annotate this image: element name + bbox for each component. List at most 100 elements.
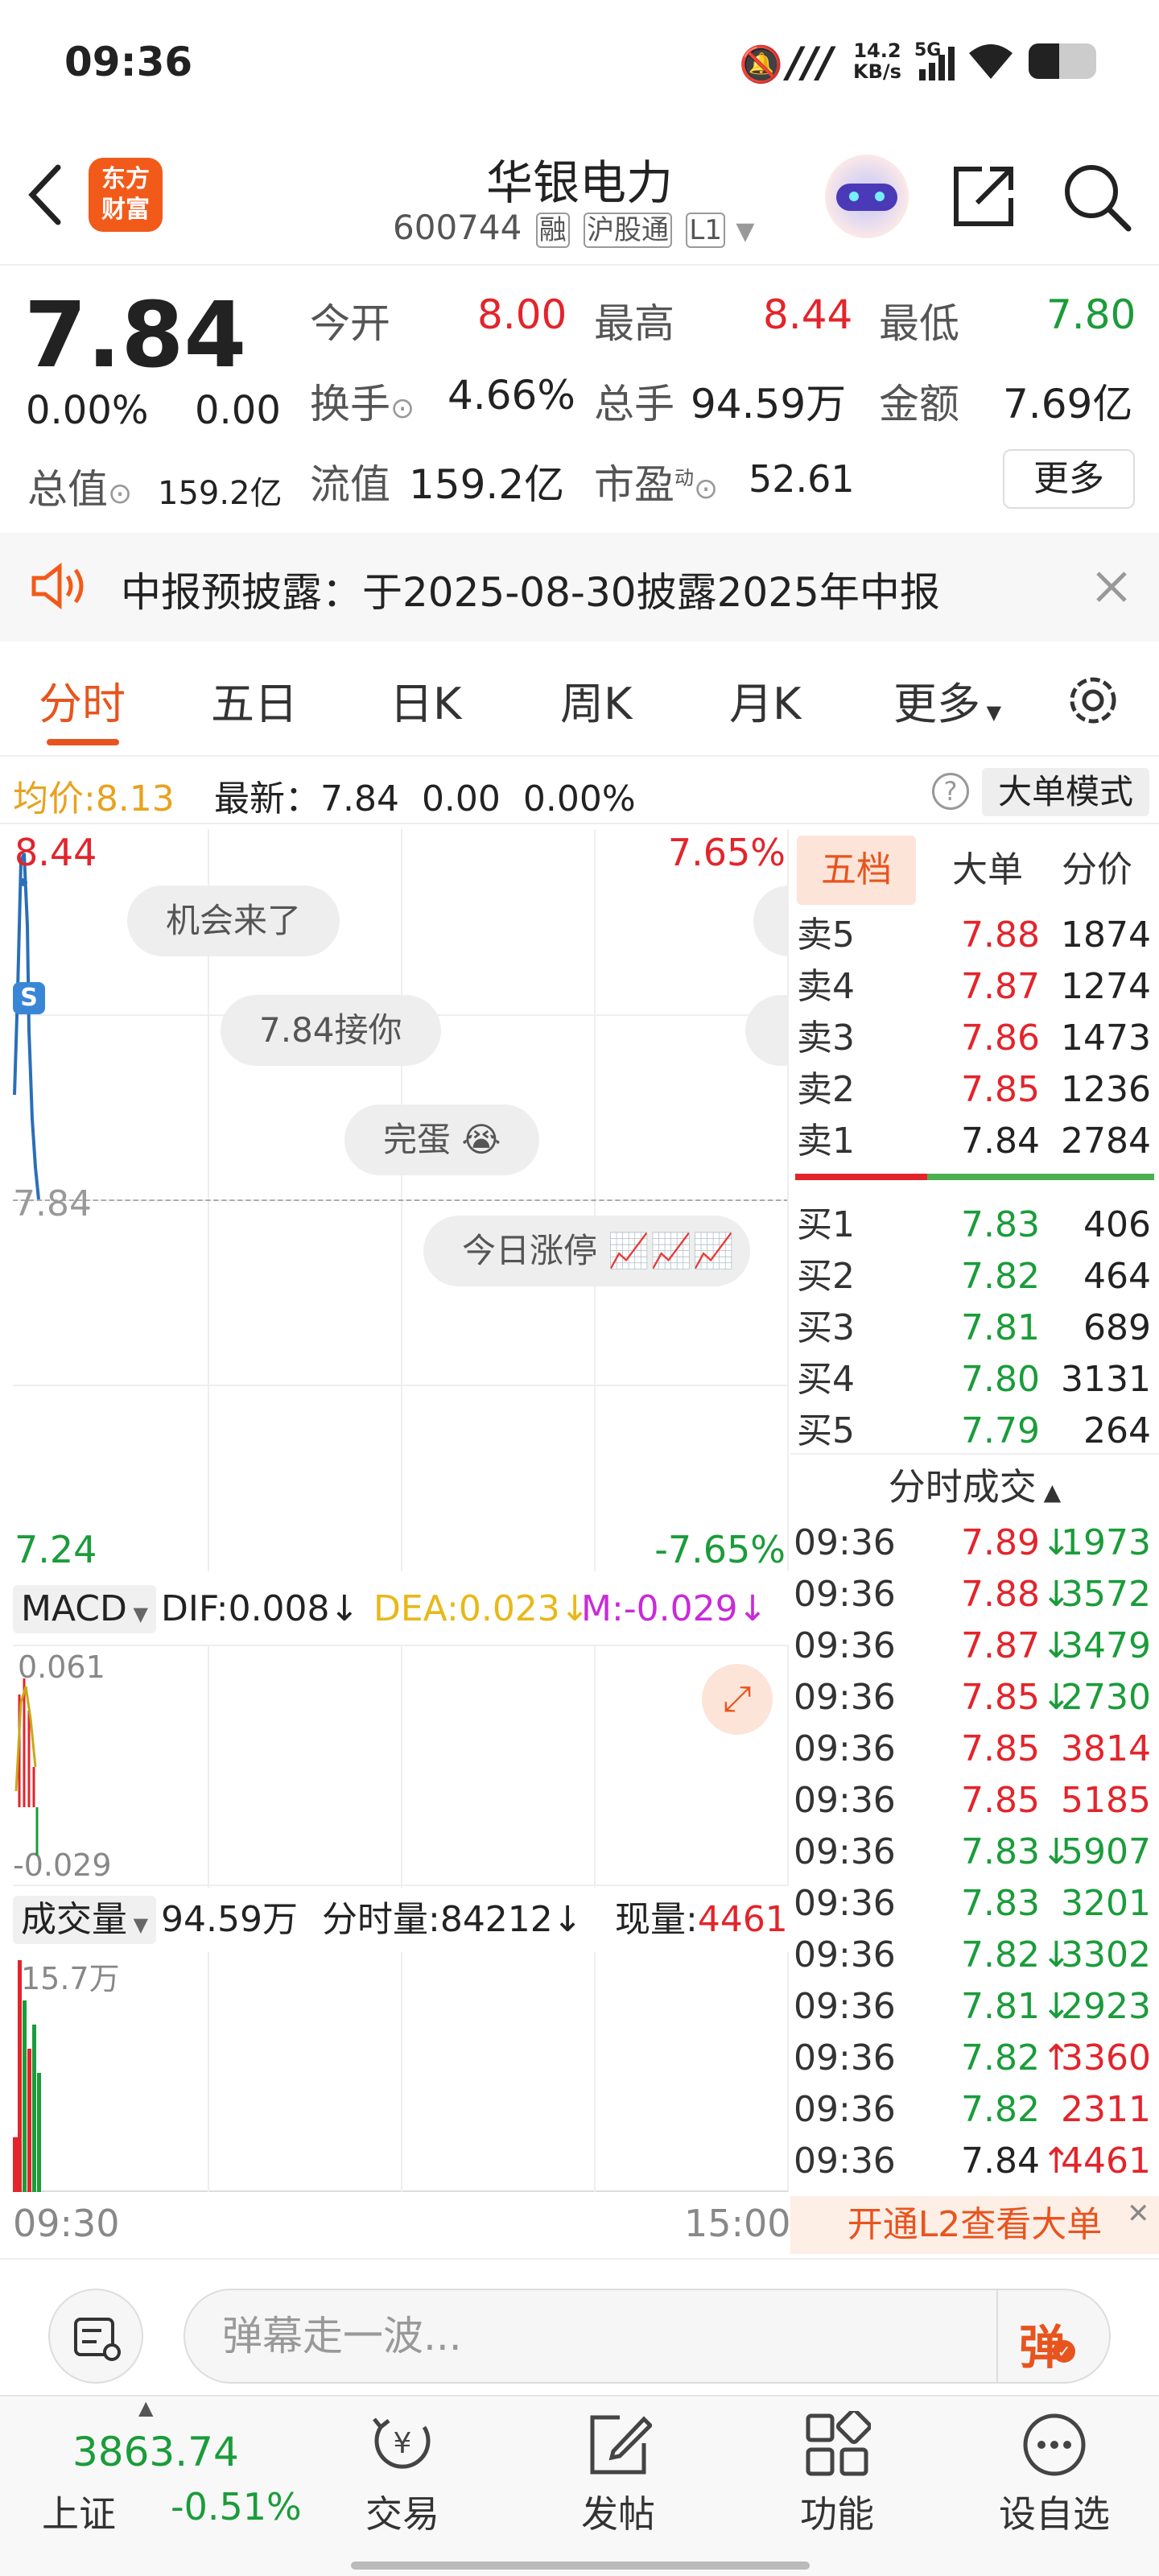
tick-price: 7.88 [961, 1574, 1040, 1615]
tick-list: 09:36 7.89 ↓ 1973 09:36 7.88 ↓ 3572 09:36 7.87 ↓ 34… [790, 1517, 1159, 2210]
tick-volume: 5907 [1061, 1831, 1151, 1872]
y-max-label: 8.44 [14, 831, 97, 874]
tick-price: 7.87 [961, 1625, 1040, 1666]
tab-daily-k[interactable]: 日K [390, 668, 461, 732]
bids-level-label: 买1 [797, 1204, 855, 1245]
stock-code-row: 600744 融 沪股通 L1 ▼ [393, 208, 754, 248]
l2-banner-text[interactable]: 开通L2查看大单 [790, 2196, 1159, 2254]
macd-header: MACD ▼ DIF:0.008↓ DEA:0.023↓ M:-0.029↓ [13, 1574, 789, 1645]
info-icon[interactable]: ⊙ [108, 477, 132, 510]
tick-time: 09:36 [794, 1780, 896, 1821]
tab-five-levels[interactable]: 五档 [797, 836, 916, 905]
turnover-value: 4.66% [448, 372, 575, 419]
change-value: 0.00 [195, 388, 281, 433]
chevron-down-icon[interactable]: ▼ [736, 217, 754, 246]
index-name[interactable]: 上证 [42, 2485, 116, 2538]
tab-more[interactable]: 更多 ▼ [893, 668, 1001, 732]
volume-value: 94.59万 [691, 381, 847, 427]
quote-panel: 7.84 0.00% 0.00 总值⊙ 159.2亿 今开 8.00 最高 8.… [0, 267, 1159, 533]
index-change[interactable]: -0.51% [171, 2485, 302, 2529]
close-icon[interactable] [1093, 568, 1130, 605]
nav-add-watchlist-label: 设自选 [999, 2492, 1110, 2536]
mid-price-label: 7.84 [13, 1183, 92, 1224]
network-speed: 14.2 KB/s [853, 39, 901, 83]
tick-time: 09:36 [794, 1934, 896, 1975]
macd-selector[interactable]: MACD ▼ [13, 1585, 156, 1633]
tick-row: 09:36 7.81 ↓ 2923 [790, 1981, 1159, 2033]
asks-level-label: 卖2 [797, 1069, 855, 1110]
danmaku-bubble: 机会来了 [127, 886, 340, 956]
danmaku-input[interactable]: 弹幕走一波... 弹 ✓ [184, 2289, 1111, 2384]
bids-level-label: 买4 [797, 1359, 855, 1400]
tag-stock-connect: 沪股通 [584, 213, 673, 248]
search-icon[interactable] [1061, 161, 1133, 233]
large-order-mode-button[interactable]: 大单模式 [982, 768, 1149, 816]
send-danmaku-button[interactable]: 弹 ✓ [1019, 2310, 1075, 2377]
asks-level-label: 卖5 [797, 914, 855, 956]
asks-price: 7.87 [961, 966, 1040, 1007]
bids-volume: 264 [1083, 1410, 1151, 1451]
info-icon[interactable]: ⊙ [694, 473, 718, 506]
tick-time: 09:36 [794, 1677, 896, 1718]
tick-time: 09:36 [794, 1986, 896, 2027]
robot-assistant-icon[interactable] [825, 155, 909, 238]
bids-volume: 464 [1083, 1256, 1151, 1297]
tab-five-day[interactable]: 五日 [211, 668, 298, 732]
caret-up-icon: ▲ [138, 2396, 154, 2419]
tab-monthly-k[interactable]: 月K [729, 668, 801, 732]
bids-level-label: 买3 [797, 1307, 855, 1348]
tick-price: 7.83 [961, 1883, 1040, 1924]
battery-icon [1029, 43, 1096, 79]
expand-icon[interactable]: ⤢ [702, 1664, 773, 1735]
open-value: 8.00 [477, 291, 567, 338]
mktcap-label: 总值⊙ [27, 466, 133, 513]
speaker-icon [31, 562, 84, 610]
volume-now: 现量:4461 [615, 1899, 788, 1940]
index-value[interactable]: 3863.74 [72, 2429, 239, 2475]
nav-functions-label: 功能 [800, 2492, 874, 2536]
tag-level: L1 [686, 213, 725, 248]
tab-weekly-k[interactable]: 周K [560, 668, 632, 732]
volume-per-minute: 分时量:84212↓ [322, 1899, 583, 1940]
tick-time: 09:36 [794, 2089, 896, 2130]
mute-icon: 🔕 [739, 44, 783, 85]
macd-bars [14, 1678, 39, 1856]
tab-indicator [47, 739, 119, 745]
share-icon[interactable] [950, 163, 1017, 230]
info-icon[interactable]: ⊙ [390, 392, 415, 425]
tab-large-orders[interactable]: 大单 [935, 836, 1040, 905]
bids-price: 7.79 [961, 1410, 1040, 1451]
tick-row: 09:36 7.83 3201 [790, 1878, 1159, 1930]
tick-volume: 3302 [1061, 1934, 1151, 1975]
bids-price: 7.82 [961, 1256, 1040, 1297]
l2-banner[interactable]: 开通L2查看大单 ✕ [790, 2196, 1159, 2254]
tab-price-distribution[interactable]: 分价 [1045, 836, 1149, 905]
tick-trades-title[interactable]: 分时成交 ▲ [790, 1458, 1159, 1511]
status-time: 09:36 [64, 39, 193, 85]
asks-price: 7.86 [961, 1018, 1040, 1059]
danmaku-bubble: 7.84接你 [221, 995, 441, 1066]
notice-banner[interactable]: 中报预披露：于2025-08-30披露2025年中报 [0, 533, 1159, 642]
tick-price: 7.85 [961, 1728, 1040, 1769]
amount-value: 7.69亿 [1003, 381, 1133, 427]
close-icon[interactable]: ✕ [1127, 2198, 1150, 2230]
wifi-icon [969, 44, 1013, 79]
intraday-chart[interactable]: S 8.44 7.65% 7.84 7.24 -7.65% 机会来了 7.84接… [13, 829, 789, 1571]
settings-gear-icon[interactable] [1062, 670, 1124, 731]
s-marker-icon[interactable]: S [13, 982, 45, 1014]
more-button[interactable]: 更多 [1003, 449, 1135, 509]
tab-intraday[interactable]: 分时 [39, 668, 126, 732]
help-icon[interactable]: ? [932, 773, 969, 810]
danmaku-bubble-clipped [745, 995, 787, 1066]
tick-volume: 3572 [1061, 1574, 1151, 1615]
high-value: 8.44 [763, 291, 853, 338]
danmaku-settings-icon[interactable] [48, 2289, 143, 2384]
volume-selector[interactable]: 成交量 ▼ [13, 1896, 157, 1944]
danmaku-bubble-clipped [753, 886, 787, 956]
order-book: 五档 大单 分价 卖5 7.88 1874 卖4 7.87 1274 卖3 7.86 1473 卖… [790, 829, 1159, 1457]
asks-level-label: 卖3 [797, 1018, 855, 1059]
tick-trades[interactable]: 分时成交 ▲ 09:36 7.89 ↓ 1973 09:36 7.88 ↓ 3572 09:36… [790, 1453, 1159, 2206]
latest-price: 最新：7.84 0.00 0.00% [214, 778, 636, 819]
asks-row: 卖1 7.84 2784 [790, 1116, 1159, 1167]
notice-text: 中报预披露：于2025-08-30披露2025年中报 [121, 569, 940, 616]
